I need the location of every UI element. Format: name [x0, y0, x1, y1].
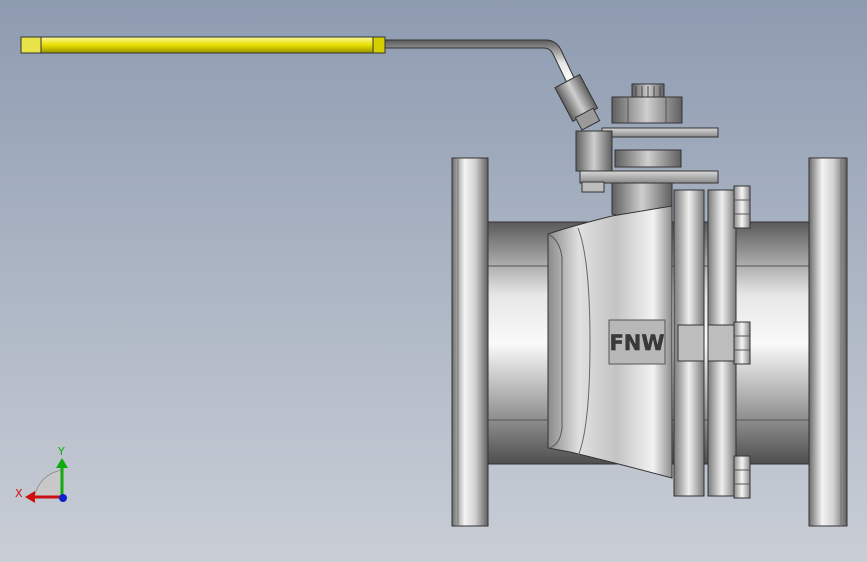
locking-plate: [579, 170, 719, 184]
lever-handle[interactable]: [20, 36, 603, 132]
left-flange[interactable]: [451, 157, 489, 527]
x-axis-label: X: [15, 487, 23, 500]
stem-nut: [611, 96, 683, 124]
y-axis-arrow: [56, 458, 68, 468]
bolt-bottom: [733, 455, 751, 499]
right-flange[interactable]: [808, 157, 848, 527]
z-axis-dot: [59, 494, 67, 502]
stop-plate: [601, 127, 719, 138]
brand-mark: FNW: [609, 331, 664, 355]
triad-plane: [33, 469, 63, 498]
bolt-middle: [733, 321, 751, 365]
handle-clamp: [554, 73, 601, 131]
valve-body[interactable]: FNW: [547, 205, 673, 479]
packing-gland: [614, 149, 682, 168]
bolt-top: [733, 185, 751, 229]
handle-grip-cap: [20, 36, 42, 54]
coordinate-triad: Y X: [15, 445, 68, 503]
graphics-viewport[interactable]: FNW Y X: [0, 0, 867, 562]
stem-body: [575, 130, 613, 172]
ball-valve-model[interactable]: FNW Y X: [0, 0, 867, 562]
handle-grip-end: [372, 36, 386, 54]
handle-grip[interactable]: [20, 36, 386, 54]
y-axis-label: Y: [57, 445, 65, 458]
handle-rod: [383, 39, 591, 117]
x-axis-arrow: [25, 491, 35, 503]
